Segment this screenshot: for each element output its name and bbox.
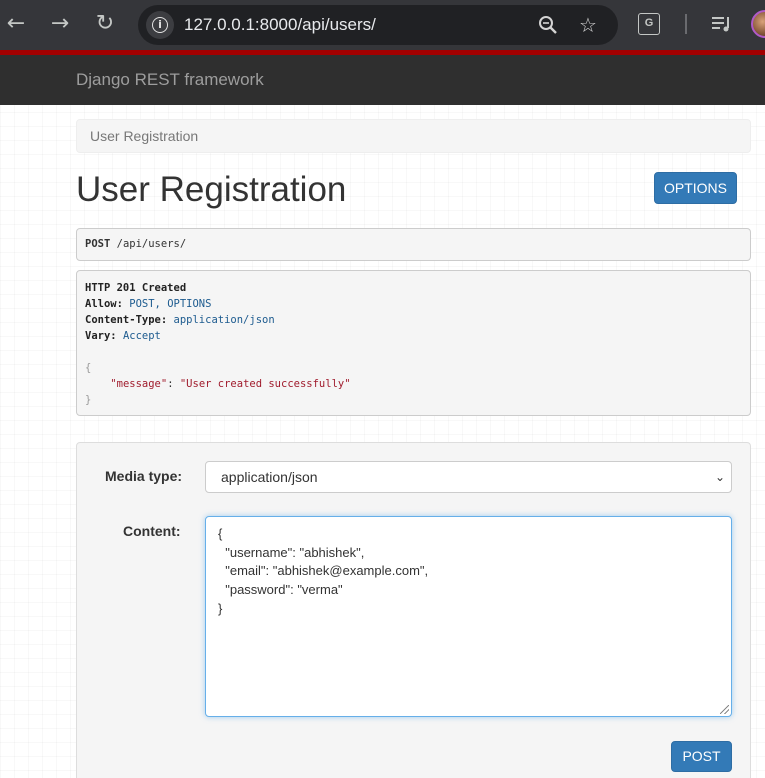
json-open-brace: { bbox=[85, 362, 92, 374]
zoom-magnifier-icon[interactable] bbox=[534, 11, 562, 39]
content-label: Content: bbox=[123, 523, 181, 539]
resize-handle-icon[interactable] bbox=[720, 705, 729, 714]
response-info: HTTP 201 Created Allow: POST, OPTIONS Co… bbox=[76, 270, 751, 416]
back-arrow-icon[interactable]: ← bbox=[0, 8, 32, 40]
content-line: { bbox=[218, 526, 223, 541]
request-path: /api/users/ bbox=[116, 238, 187, 250]
brand-link[interactable]: Django REST framework bbox=[76, 55, 264, 105]
url-text[interactable]: 127.0.0.1:8000/api/users/ bbox=[184, 5, 376, 45]
json-colon: : bbox=[167, 378, 180, 390]
breadcrumb-item-current[interactable]: User Registration bbox=[90, 128, 198, 144]
header-value: application/json bbox=[173, 314, 275, 326]
header-value: POST, OPTIONS bbox=[129, 298, 212, 310]
translate-icon[interactable]: G bbox=[638, 13, 660, 35]
media-playlist-icon[interactable] bbox=[708, 10, 734, 38]
header-value: Accept bbox=[122, 330, 161, 342]
address-bar[interactable]: i 127.0.0.1:8000/api/users/ ☆ bbox=[138, 5, 618, 45]
json-key: "message" bbox=[110, 378, 168, 390]
response-status: HTTP 201 Created bbox=[85, 282, 187, 294]
json-close-brace: } bbox=[85, 394, 92, 406]
options-button[interactable]: OPTIONS bbox=[654, 172, 737, 204]
post-button[interactable]: POST bbox=[671, 741, 732, 772]
content-line: "password": "verma" bbox=[218, 582, 343, 598]
drf-navbar: Django REST framework bbox=[0, 55, 765, 105]
header-name: Allow: bbox=[85, 298, 123, 310]
header-name: Vary: bbox=[85, 330, 117, 342]
request-method: POST bbox=[85, 238, 111, 250]
content-textarea[interactable]: { "username": "abhishek", "email": "abhi… bbox=[205, 516, 732, 717]
breadcrumb: User Registration bbox=[76, 119, 751, 153]
page-title: User Registration bbox=[76, 170, 347, 209]
content-line: } bbox=[218, 600, 223, 616]
content-line: "email": "abhishek@example.com", bbox=[218, 563, 429, 579]
media-type-value: application/json bbox=[221, 469, 318, 485]
content-line: "username": "abhishek", bbox=[218, 544, 365, 560]
toolbar-divider bbox=[685, 14, 687, 34]
bookmark-star-icon[interactable]: ☆ bbox=[574, 11, 602, 39]
header-name: Content-Type: bbox=[85, 314, 168, 326]
chevron-down-icon: ⌄ bbox=[714, 470, 725, 484]
forward-arrow-icon[interactable]: → bbox=[44, 8, 76, 40]
media-type-label: Media type: bbox=[105, 468, 183, 484]
reload-icon[interactable]: ↻ bbox=[89, 8, 121, 40]
media-type-select[interactable]: application/json ⌄ bbox=[205, 461, 732, 493]
profile-avatar[interactable] bbox=[751, 10, 765, 38]
browser-toolbar: ← → ↻ i 127.0.0.1:8000/api/users/ ☆ G bbox=[0, 0, 765, 50]
site-info-icon[interactable]: i bbox=[146, 11, 174, 39]
request-info: POST /api/users/ bbox=[76, 228, 751, 261]
json-value: "User created successfully" bbox=[179, 378, 351, 390]
